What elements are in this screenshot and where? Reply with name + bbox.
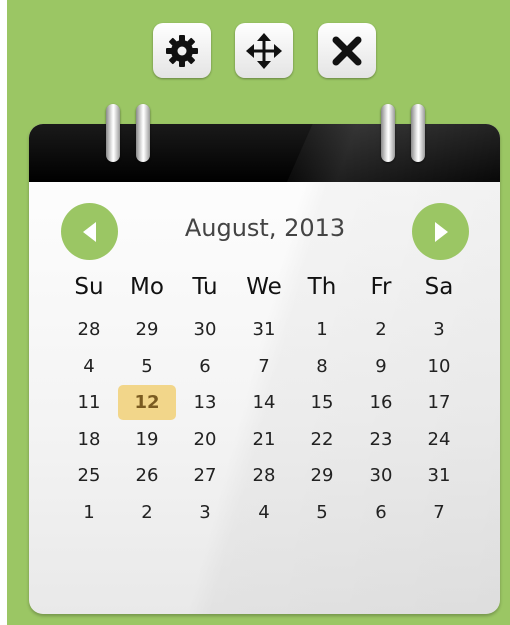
calendar-binding bbox=[29, 124, 500, 182]
binder-ring bbox=[136, 104, 150, 162]
calendar-day-selected[interactable]: 12 bbox=[118, 385, 176, 420]
calendar-day[interactable]: 23 bbox=[356, 425, 406, 455]
calendar-day[interactable]: 11 bbox=[64, 388, 114, 418]
calendar-day-other-month[interactable]: 7 bbox=[414, 498, 464, 528]
calendar-day[interactable]: 21 bbox=[239, 425, 289, 455]
close-icon bbox=[332, 36, 362, 65]
binder-ring bbox=[106, 104, 120, 162]
calendar-day[interactable]: 3 bbox=[414, 315, 464, 345]
next-month-button[interactable] bbox=[412, 203, 469, 260]
calendar-day[interactable]: 25 bbox=[64, 461, 114, 491]
calendar-day[interactable]: 4 bbox=[64, 352, 114, 382]
weekday-label: Fr bbox=[370, 274, 392, 300]
move-arrows-icon bbox=[246, 32, 282, 69]
calendar-day[interactable]: 13 bbox=[180, 388, 230, 418]
calendar-day[interactable]: 16 bbox=[356, 388, 406, 418]
calendar-day[interactable]: 29 bbox=[297, 461, 347, 491]
weekday-label: We bbox=[246, 274, 282, 300]
month-title: August, 2013 bbox=[184, 214, 346, 242]
chevron-left-icon bbox=[82, 221, 96, 242]
weekday-label: Mo bbox=[130, 274, 164, 300]
calendar-day[interactable]: 27 bbox=[180, 461, 230, 491]
prev-month-button[interactable] bbox=[61, 203, 118, 260]
calendar-day-other-month[interactable]: 28 bbox=[64, 315, 114, 345]
move-button[interactable] bbox=[235, 23, 293, 78]
calendar-day-other-month[interactable]: 4 bbox=[239, 498, 289, 528]
weekday-label: Sa bbox=[424, 274, 454, 300]
binder-ring bbox=[411, 104, 425, 162]
calendar-day[interactable]: 15 bbox=[297, 388, 347, 418]
weekday-label: Th bbox=[307, 274, 337, 300]
calendar-day[interactable]: 6 bbox=[180, 352, 230, 382]
calendar-day[interactable]: 8 bbox=[297, 352, 347, 382]
calendar-day[interactable]: 18 bbox=[64, 425, 114, 455]
calendar-day[interactable]: 20 bbox=[180, 425, 230, 455]
calendar-day[interactable]: 24 bbox=[414, 425, 464, 455]
calendar-day[interactable]: 2 bbox=[356, 315, 406, 345]
calendar-day[interactable]: 1 bbox=[297, 315, 347, 345]
calendar-day[interactable]: 17 bbox=[414, 388, 464, 418]
calendar-day-other-month[interactable]: 3 bbox=[180, 498, 230, 528]
calendar-day[interactable]: 10 bbox=[414, 352, 464, 382]
calendar-day[interactable]: 22 bbox=[297, 425, 347, 455]
calendar-day-other-month[interactable]: 6 bbox=[356, 498, 406, 528]
chevron-right-icon bbox=[434, 221, 448, 242]
calendar-day[interactable]: 28 bbox=[239, 461, 289, 491]
calendar-day[interactable]: 5 bbox=[122, 352, 172, 382]
settings-button[interactable] bbox=[153, 23, 211, 78]
calendar-day[interactable]: 14 bbox=[239, 388, 289, 418]
calendar-day-other-month[interactable]: 5 bbox=[297, 498, 347, 528]
calendar-day[interactable]: 9 bbox=[356, 352, 406, 382]
calendar-day[interactable]: 30 bbox=[356, 461, 406, 491]
calendar-day[interactable]: 7 bbox=[239, 352, 289, 382]
binder-ring bbox=[381, 104, 395, 162]
weekday-label: Su bbox=[74, 274, 104, 300]
close-button[interactable] bbox=[318, 23, 376, 78]
calendar-day[interactable]: 19 bbox=[122, 425, 172, 455]
calendar-day-other-month[interactable]: 31 bbox=[239, 315, 289, 345]
calendar-day-other-month[interactable]: 29 bbox=[122, 315, 172, 345]
gear-icon bbox=[166, 34, 198, 67]
calendar-day[interactable]: 31 bbox=[414, 461, 464, 491]
calendar-day-other-month[interactable]: 1 bbox=[64, 498, 114, 528]
calendar-day[interactable]: 26 bbox=[122, 461, 172, 491]
calendar-day-other-month[interactable]: 2 bbox=[122, 498, 172, 528]
calendar-day-other-month[interactable]: 30 bbox=[180, 315, 230, 345]
weekday-label: Tu bbox=[192, 274, 218, 300]
